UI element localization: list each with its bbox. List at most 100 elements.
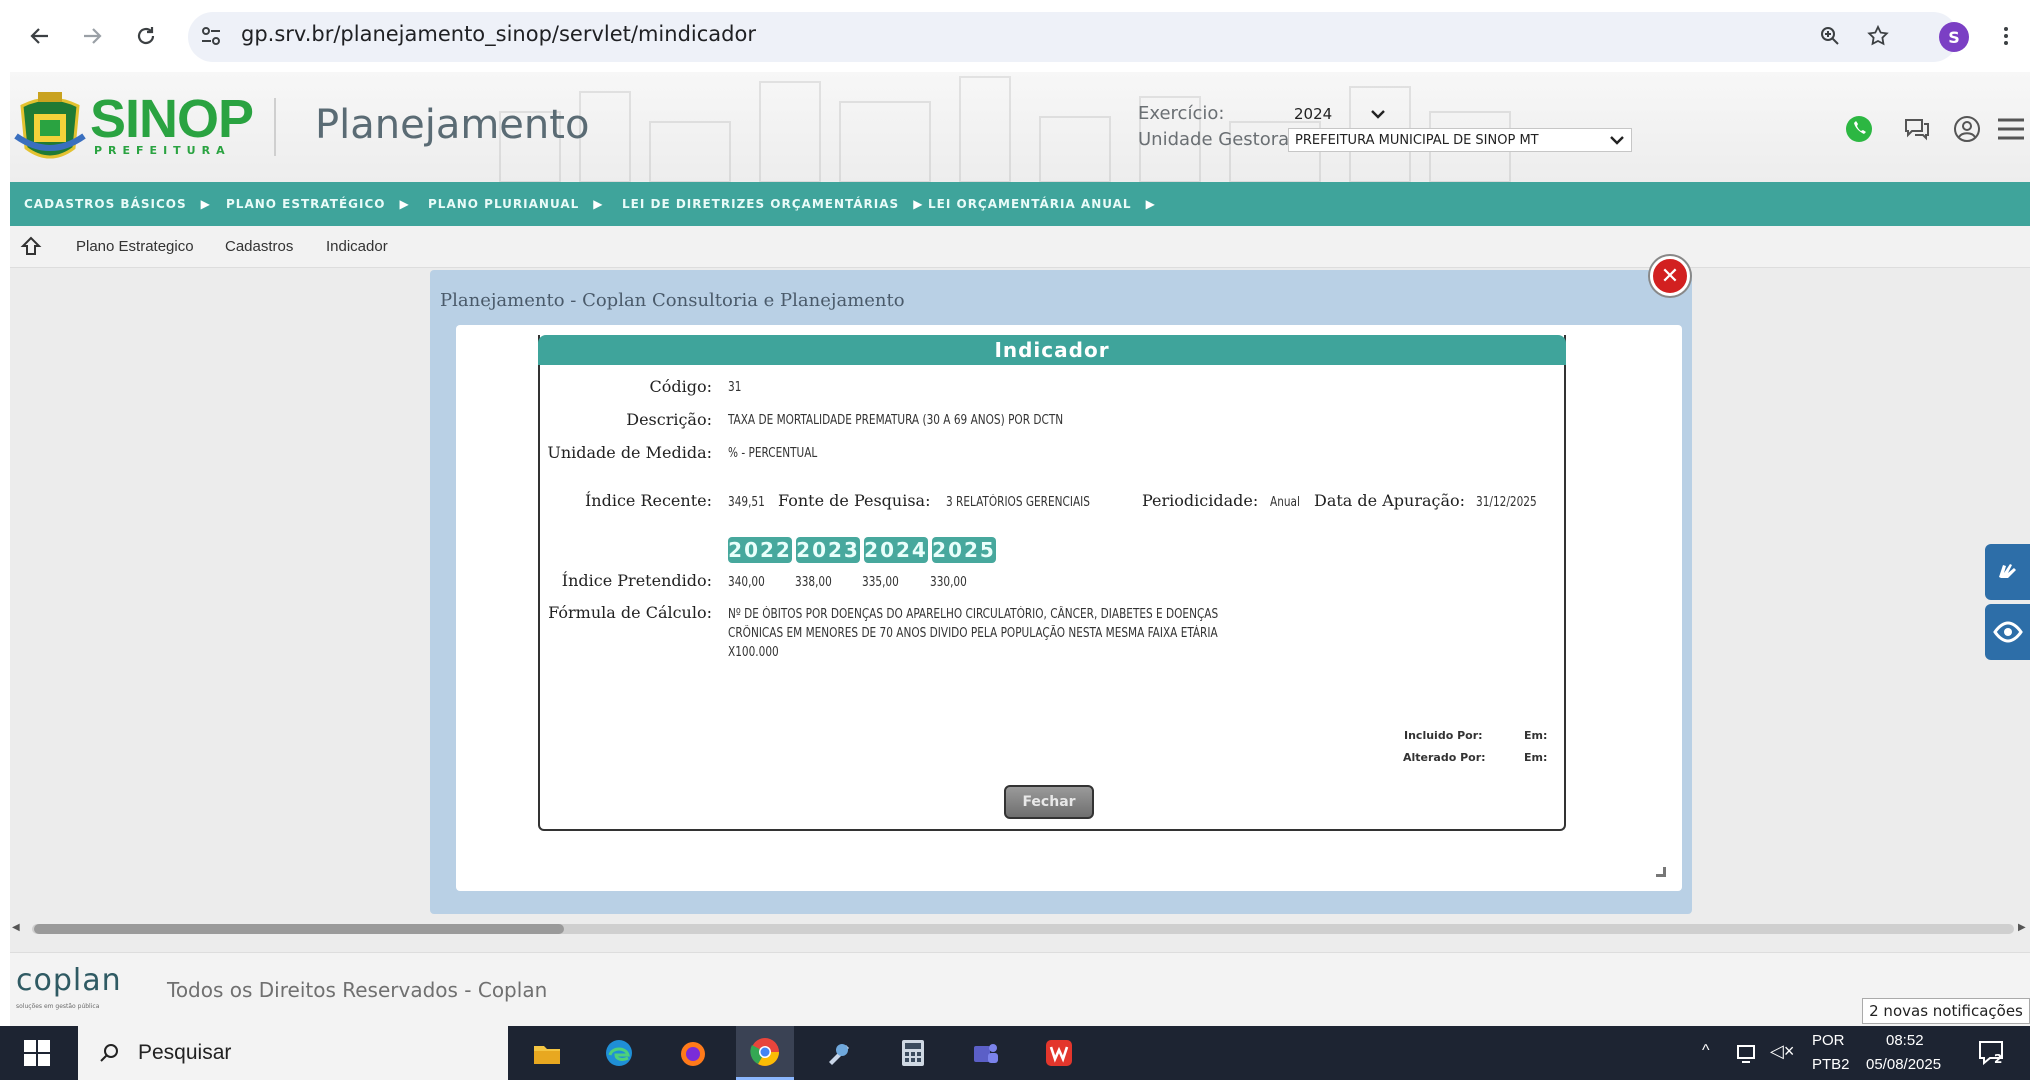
fonte-value: 3 RELATÓRIOS GERENCIAIS: [946, 495, 1090, 510]
notification-toast[interactable]: 2 novas notificações: [1862, 998, 2030, 1024]
exercicio-label: Exercício:: [1138, 103, 1225, 124]
hands-icon: [1998, 564, 2016, 578]
reload-icon[interactable]: [128, 18, 164, 54]
modal-dialog: Planejamento - Coplan Consultoria e Plan…: [430, 270, 1692, 914]
profile-avatar[interactable]: S: [1939, 22, 1969, 52]
incluido-em-label: Em:: [1524, 729, 1548, 742]
page-content: SINOP PREFEITURA Planejamento Exercício:…: [10, 72, 2030, 1026]
url-text[interactable]: gp.srv.br/planejamento_sinop/servlet/min…: [241, 22, 756, 46]
formula-line: CRÔNICAS EM MENORES DE 70 ANOS DIVIDO PE…: [728, 626, 1218, 641]
hamburger-menu-icon[interactable]: [1994, 112, 2028, 146]
year-chip: 2025: [932, 537, 996, 563]
year-chip: 2024: [864, 537, 928, 563]
site-settings-icon[interactable]: [197, 22, 225, 50]
app-icon[interactable]: [810, 1026, 868, 1080]
indicador-panel: Indicador Código: 31 Descrição: TAXA DE …: [538, 335, 1566, 831]
indice-pretendido-label: Índice Pretendido:: [561, 571, 712, 590]
chevron-down-icon: [1610, 136, 1624, 145]
clock-time[interactable]: 08:52: [1886, 1032, 1924, 1049]
panel-title: Indicador: [538, 335, 1566, 365]
scroll-left-icon[interactable]: ◀: [12, 922, 20, 933]
calculator-icon[interactable]: [884, 1026, 942, 1080]
indice-recente-label: Índice Recente:: [584, 491, 712, 510]
accessibility-eye-button[interactable]: [1985, 604, 2030, 660]
menu-plano-plurianual[interactable]: PLANO PLURIANUAL ▶: [428, 182, 604, 226]
periodicidade-value: Anual: [1270, 495, 1300, 510]
taskbar-search[interactable]: Pesquisar: [78, 1026, 508, 1080]
file-explorer-icon[interactable]: [518, 1026, 576, 1080]
resize-grip-icon[interactable]: [1656, 867, 1666, 877]
modal-title: Planejamento - Coplan Consultoria e Plan…: [440, 290, 905, 311]
kebab-menu-icon[interactable]: [1988, 18, 2024, 54]
chat-icon[interactable]: [1900, 112, 1934, 146]
modal-body: Indicador Código: 31 Descrição: TAXA DE …: [456, 325, 1682, 891]
scrollbar-thumb[interactable]: [34, 924, 564, 934]
language-indicator[interactable]: POR: [1812, 1032, 1845, 1049]
chrome-icon[interactable]: [736, 1026, 794, 1080]
notification-count: 2: [1994, 1052, 2003, 1066]
unidade-gestora-select[interactable]: PREFEITURA MUNICIPAL DE SINOP MT: [1288, 128, 1632, 152]
home-icon[interactable]: [20, 235, 42, 261]
menu-plano-estrategico[interactable]: PLANO ESTRATÉGICO ▶: [226, 182, 410, 226]
network-icon[interactable]: [1736, 1042, 1760, 1064]
formula-line: X100.000: [728, 645, 779, 660]
caret-right-icon: ▶: [913, 197, 924, 211]
whatsapp-icon[interactable]: [1842, 112, 1876, 146]
caret-right-icon: ▶: [399, 197, 410, 211]
unidade-value: PREFEITURA MUNICIPAL DE SINOP MT: [1295, 132, 1539, 148]
indice-recente-value: 349,51: [728, 495, 765, 510]
app-header: SINOP PREFEITURA Planejamento Exercício:…: [10, 72, 2030, 182]
incluido-label: Incluido Por:: [1404, 729, 1483, 742]
target-value: 330,00: [930, 575, 967, 590]
forward-icon[interactable]: [74, 18, 110, 54]
browser-toolbar: gp.srv.br/planejamento_sinop/servlet/min…: [0, 0, 2030, 72]
close-modal-icon[interactable]: ✕: [1650, 256, 1690, 296]
chevron-down-icon: [1371, 110, 1385, 119]
user-account-icon[interactable]: [1950, 112, 1984, 146]
logo-subtext: PREFEITURA: [94, 144, 231, 157]
sign-language-button[interactable]: [1985, 544, 2030, 600]
eye-icon: [1992, 621, 2023, 643]
exercicio-select[interactable]: 2024: [1288, 102, 1392, 126]
descricao-label: Descrição:: [626, 410, 712, 429]
zoom-icon[interactable]: [1812, 18, 1848, 54]
caret-right-icon: ▶: [200, 197, 211, 211]
windows-start-icon[interactable]: [24, 1040, 50, 1066]
unidade-medida-label: Unidade de Medida:: [547, 443, 712, 462]
formula-line: Nº DE ÓBITOS POR DOENÇAS DO APARELHO CIR…: [728, 607, 1219, 622]
page-footer: coplan soluções em gestão pública Todos …: [10, 952, 2030, 1026]
menu-lei-diretrizes[interactable]: LEI DE DIRETRIZES ORÇAMENTÁRIAS ▶: [622, 182, 923, 226]
year-chip: 2022: [728, 537, 792, 563]
breadcrumb-cadastros[interactable]: Cadastros: [225, 238, 293, 255]
firefox-icon[interactable]: [664, 1026, 722, 1080]
menu-cadastros-basicos[interactable]: CADASTROS BÁSICOS ▶: [24, 182, 211, 226]
alterado-label: Alterado Por:: [1403, 751, 1486, 764]
logo-text: SINOP: [90, 89, 254, 149]
keyboard-layout[interactable]: PTB2: [1812, 1056, 1850, 1073]
search-placeholder: Pesquisar: [138, 1041, 232, 1064]
wps-office-icon[interactable]: [1030, 1026, 1088, 1080]
codigo-label: Código:: [649, 377, 713, 396]
clock-date[interactable]: 05/08/2025: [1866, 1056, 1941, 1073]
sinop-logo[interactable]: SINOP PREFEITURA: [10, 86, 254, 166]
breadcrumb-plano-estrategico[interactable]: Plano Estrategico: [76, 238, 194, 255]
speaker-icon[interactable]: ◁×: [1770, 1041, 1794, 1062]
teams-icon[interactable]: [956, 1026, 1014, 1080]
back-icon[interactable]: [22, 18, 58, 54]
unidade-medida-value: % - PERCENTUAL: [728, 446, 818, 461]
tray-chevron-icon[interactable]: ^: [1702, 1042, 1710, 1060]
scroll-right-icon[interactable]: ▶: [2018, 922, 2026, 933]
target-value: 338,00: [795, 575, 832, 590]
notification-center-icon[interactable]: 2: [1976, 1038, 2006, 1068]
star-icon[interactable]: [1860, 18, 1896, 54]
menu-lei-orcamentaria[interactable]: LEI ORÇAMENTÁRIA ANUAL ▶: [928, 182, 1156, 226]
page-title: Planejamento: [315, 102, 590, 148]
edge-icon[interactable]: [590, 1026, 648, 1080]
target-value: 340,00: [728, 575, 765, 590]
breadcrumb-indicador[interactable]: Indicador: [326, 238, 388, 255]
main-menu: CADASTROS BÁSICOS ▶ PLANO ESTRATÉGICO ▶ PL…: [10, 182, 2030, 226]
target-value: 335,00: [862, 575, 899, 590]
fechar-button[interactable]: Fechar: [1004, 785, 1094, 819]
horizontal-scrollbar[interactable]: ◀ ▶: [10, 920, 2030, 936]
year-chip: 2023: [796, 537, 860, 563]
